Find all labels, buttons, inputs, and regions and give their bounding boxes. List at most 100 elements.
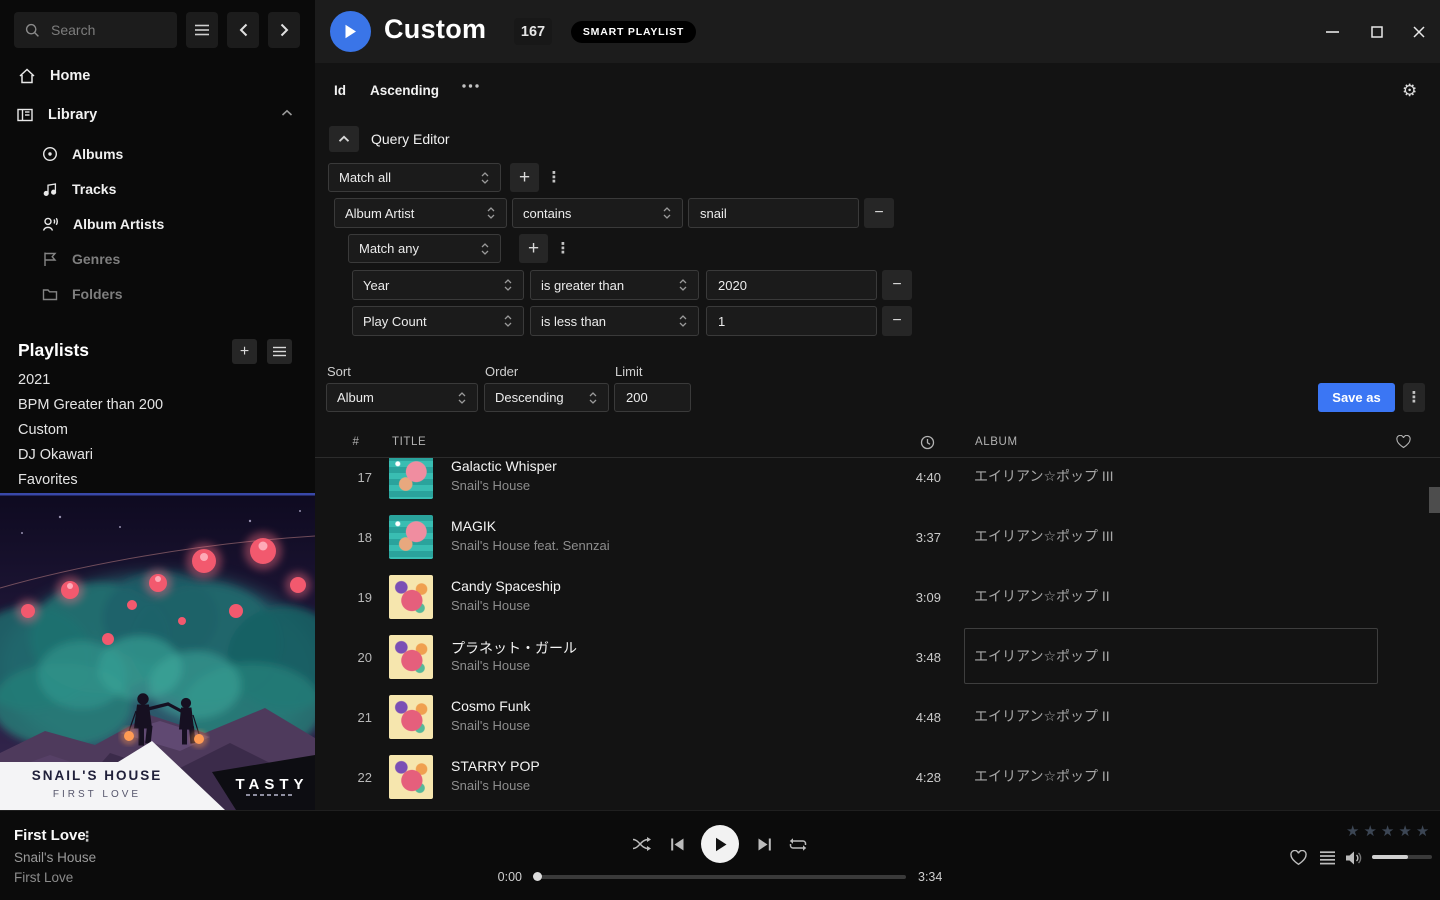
track-artist[interactable]: Snail's House	[451, 718, 530, 733]
sort-direction-button[interactable]: Ascending	[370, 83, 439, 98]
remove-rule3-button[interactable]: −	[882, 306, 912, 336]
sort-select[interactable]: Album	[326, 383, 478, 412]
track-title[interactable]: STARRY POP	[451, 758, 540, 774]
back-button[interactable]	[227, 12, 259, 48]
seek-thumb[interactable]	[533, 872, 542, 881]
track-title[interactable]: Galactic Whisper	[451, 458, 557, 474]
sidebar-item-genres[interactable]: Genres	[42, 250, 120, 268]
maximize-button[interactable]	[1366, 22, 1388, 42]
settings-button[interactable]: ⚙	[1402, 81, 1417, 101]
previous-track-button[interactable]	[668, 835, 686, 853]
rule1-operator-select[interactable]: contains	[512, 198, 683, 228]
rule2-value-input[interactable]	[706, 270, 877, 300]
playlist-item-custom[interactable]: Custom	[18, 422, 68, 438]
query-editor-collapse-button[interactable]	[329, 126, 359, 152]
repeat-button[interactable]	[788, 835, 808, 853]
save-as-button[interactable]: Save as	[1318, 383, 1395, 412]
sidebar-item-album-artists[interactable]: Album Artists	[42, 215, 164, 233]
column-header-album[interactable]: ALBUM	[975, 427, 1018, 457]
match-type-select-group2[interactable]: Match any	[348, 234, 501, 263]
sidebar-item-folders[interactable]: Folders	[42, 285, 123, 303]
column-header-duration[interactable]	[920, 427, 935, 457]
star-icon[interactable]: ★	[1363, 822, 1376, 840]
star-icon[interactable]: ★	[1346, 822, 1359, 840]
star-icon[interactable]: ★	[1381, 822, 1394, 840]
favorite-button[interactable]	[1290, 849, 1307, 866]
table-row[interactable]: 19 Candy Spaceship Snail's House 3:09 エイ…	[315, 567, 1440, 627]
rule3-field-select[interactable]: Play Count	[352, 306, 524, 336]
star-icon[interactable]: ★	[1398, 822, 1411, 840]
volume-slider[interactable]	[1372, 855, 1432, 859]
search-input[interactable]	[14, 12, 177, 48]
table-row[interactable]: 18 MAGIK Snail's House feat. Sennzai 3:3…	[315, 507, 1440, 567]
rule3-value-input[interactable]	[706, 306, 877, 336]
playlist-list-button[interactable]	[267, 339, 292, 364]
close-button[interactable]	[1408, 22, 1430, 42]
table-row[interactable]: 21 Cosmo Funk Snail's House 4:48 エイリアン☆ポ…	[315, 687, 1440, 747]
sort-field-button[interactable]: Id	[334, 83, 346, 98]
track-artist[interactable]: Snail's House	[451, 478, 530, 493]
track-album[interactable]: エイリアン☆ポップ III	[964, 458, 1378, 504]
forward-button[interactable]	[268, 12, 300, 48]
star-icon[interactable]: ★	[1416, 822, 1429, 840]
track-title[interactable]: Cosmo Funk	[451, 698, 530, 714]
now-playing-more-button[interactable]: ⋮	[80, 827, 94, 845]
rating-stars[interactable]: ★ ★ ★ ★ ★	[1346, 822, 1429, 840]
next-track-button[interactable]	[755, 835, 773, 853]
table-row[interactable]: 17 Galactic Whisper Snail's House 4:40 エ…	[315, 458, 1440, 507]
track-album[interactable]: エイリアン☆ポップ II	[964, 688, 1378, 744]
remove-rule1-button[interactable]: −	[864, 198, 894, 228]
column-header-favorite[interactable]	[1396, 427, 1411, 457]
rule3-operator-select[interactable]: is less than	[530, 306, 699, 336]
table-row[interactable]: 22 STARRY POP Snail's House 4:28 エイリアン☆ポ…	[315, 747, 1440, 807]
search-field[interactable]	[49, 21, 163, 39]
playlist-item-favorites[interactable]: Favorites	[18, 472, 78, 488]
sort-more-button[interactable]	[462, 84, 479, 88]
track-title[interactable]: MAGIK	[451, 518, 496, 534]
add-playlist-button[interactable]: +	[232, 339, 257, 364]
menu-button[interactable]	[186, 12, 218, 48]
rule2-operator-select[interactable]: is greater than	[530, 270, 699, 300]
sidebar-item-library[interactable]: Library	[16, 105, 97, 125]
track-artist[interactable]: Snail's House feat. Sennzai	[451, 538, 610, 553]
track-artist[interactable]: Snail's House	[451, 658, 530, 673]
seek-bar[interactable]	[534, 875, 906, 879]
track-artist[interactable]: Snail's House	[451, 598, 530, 613]
add-rule-button-group2[interactable]: +	[519, 234, 548, 263]
track-album[interactable]: エイリアン☆ポップ II	[964, 628, 1378, 684]
column-header-number[interactable]: #	[340, 427, 372, 457]
remove-rule2-button[interactable]: −	[882, 270, 912, 300]
save-more-button[interactable]: ⋮	[1403, 383, 1425, 412]
sidebar-item-home[interactable]: Home	[18, 66, 90, 86]
playlist-item-2021[interactable]: 2021	[18, 372, 50, 388]
column-header-title[interactable]: TITLE	[392, 427, 426, 457]
order-select[interactable]: Descending	[484, 383, 609, 412]
track-album[interactable]: エイリアン☆ポップ II	[964, 568, 1378, 624]
track-album[interactable]: エイリアン☆ポップ II	[964, 748, 1378, 804]
table-row[interactable]: 20 プラネット・ガール Snail's House 3:48 エイリアン☆ポッ…	[315, 627, 1440, 687]
queue-button[interactable]	[1319, 850, 1335, 866]
play-pause-button[interactable]	[701, 825, 739, 863]
minimize-button[interactable]	[1321, 22, 1343, 42]
match-type-select-group1[interactable]: Match all	[328, 163, 501, 192]
rule1-field-select[interactable]: Album Artist	[334, 198, 507, 228]
playlist-item-dj-okawari[interactable]: DJ Okawari	[18, 447, 93, 463]
shuffle-button[interactable]	[631, 834, 653, 854]
library-collapse-chevron[interactable]	[281, 109, 293, 117]
playlist-item-bpm[interactable]: BPM Greater than 200	[18, 397, 163, 413]
track-album[interactable]: エイリアン☆ポップ III	[964, 508, 1378, 564]
rule2-field-select[interactable]: Year	[352, 270, 524, 300]
table-scrollbar-thumb[interactable]	[1429, 487, 1440, 513]
add-rule-button-group1[interactable]: +	[510, 163, 539, 192]
track-title[interactable]: プラネット・ガール	[451, 638, 577, 658]
play-playlist-button[interactable]	[330, 11, 371, 52]
track-artist[interactable]: Snail's House	[451, 778, 530, 793]
rule1-value-input[interactable]	[688, 198, 859, 228]
limit-input[interactable]	[614, 383, 691, 412]
group1-more-button[interactable]: ⋮	[545, 163, 563, 192]
group2-more-button[interactable]: ⋮	[554, 234, 572, 263]
sidebar-item-albums[interactable]: Albums	[42, 145, 123, 163]
sidebar-item-tracks[interactable]: Tracks	[42, 180, 116, 198]
volume-button[interactable]	[1344, 849, 1363, 866]
track-title[interactable]: Candy Spaceship	[451, 578, 561, 594]
